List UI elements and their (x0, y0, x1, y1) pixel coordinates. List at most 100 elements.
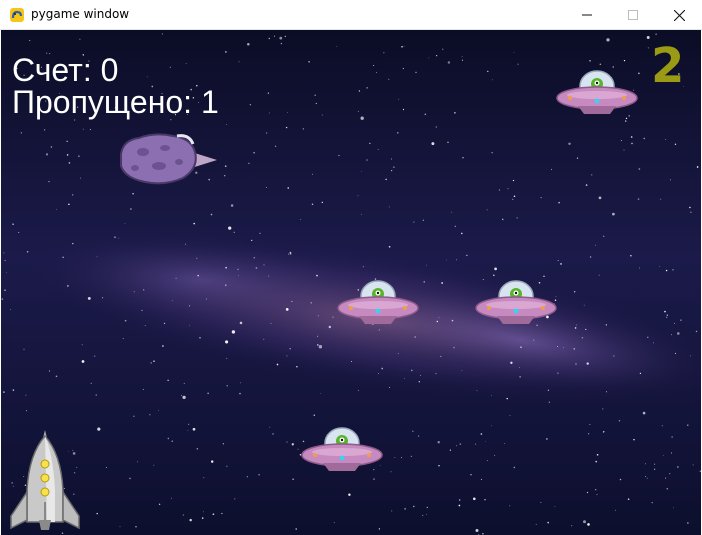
star (422, 514, 424, 516)
star (574, 327, 577, 329)
star (289, 348, 291, 350)
star (187, 429, 189, 431)
star (512, 179, 515, 182)
star (680, 319, 682, 321)
star (623, 149, 625, 151)
star (124, 223, 126, 225)
star (317, 335, 319, 337)
star (287, 187, 289, 189)
star (633, 438, 635, 441)
ufo-enemy (475, 280, 557, 324)
star (297, 448, 299, 450)
star (189, 324, 190, 326)
star (619, 478, 622, 481)
star (696, 166, 699, 168)
star (459, 499, 461, 501)
star (652, 342, 655, 344)
star (562, 347, 564, 349)
star (459, 443, 462, 445)
star (210, 460, 214, 463)
star (226, 385, 228, 387)
star (420, 375, 421, 376)
star (62, 256, 64, 259)
star (81, 360, 85, 363)
star (438, 316, 440, 318)
star (598, 196, 602, 200)
star (225, 266, 227, 269)
star (316, 274, 318, 277)
game-canvas[interactable]: Счет: 0 Пропущено: 1 2 (1, 30, 701, 535)
star (181, 394, 183, 396)
star (182, 395, 186, 400)
ufo-enemy (556, 70, 638, 114)
star (574, 291, 576, 293)
star (606, 391, 607, 393)
star (393, 166, 395, 168)
star (669, 473, 671, 475)
star (591, 174, 593, 176)
star (625, 120, 627, 122)
star (231, 330, 236, 334)
star (360, 213, 362, 215)
star (210, 213, 213, 216)
star (258, 473, 260, 476)
star (313, 414, 316, 416)
star (201, 517, 204, 519)
star (225, 357, 228, 360)
star (383, 52, 385, 54)
star (671, 436, 673, 438)
star (674, 143, 677, 145)
star (171, 497, 172, 499)
star (480, 478, 482, 480)
star (269, 426, 271, 428)
star (672, 269, 674, 271)
close-button[interactable] (656, 0, 702, 30)
star (557, 372, 559, 374)
minimize-button[interactable] (564, 0, 610, 30)
star (510, 361, 513, 364)
star (446, 259, 448, 261)
star (292, 478, 294, 480)
star (645, 476, 647, 478)
missed-label: Пропущено: (12, 84, 193, 120)
score-value: 0 (100, 52, 119, 88)
star (631, 142, 633, 145)
star (310, 302, 313, 304)
star (647, 47, 649, 49)
star (550, 168, 552, 170)
player-rocket[interactable] (7, 430, 89, 532)
star (661, 425, 663, 427)
star (385, 178, 387, 181)
star (96, 512, 98, 515)
title-bar[interactable]: pygame window (0, 0, 702, 30)
star (280, 42, 283, 45)
star (413, 221, 415, 223)
star (490, 425, 492, 427)
star (246, 476, 248, 478)
star (454, 111, 456, 114)
star (476, 390, 478, 391)
star (447, 141, 449, 144)
star (388, 386, 391, 388)
star (651, 501, 653, 504)
star (106, 467, 107, 469)
star (596, 454, 599, 456)
star (390, 169, 393, 172)
star (504, 442, 505, 444)
star (150, 362, 152, 364)
star (263, 338, 265, 340)
star (571, 525, 573, 527)
star (153, 360, 155, 363)
star (540, 197, 542, 199)
star (321, 114, 323, 116)
star (436, 55, 438, 57)
maximize-button[interactable] (610, 0, 656, 30)
star (435, 126, 437, 128)
star (239, 392, 241, 395)
star (692, 464, 694, 466)
star (533, 339, 535, 341)
star (415, 71, 417, 73)
star (268, 37, 271, 40)
star (418, 381, 420, 383)
star (687, 424, 689, 426)
